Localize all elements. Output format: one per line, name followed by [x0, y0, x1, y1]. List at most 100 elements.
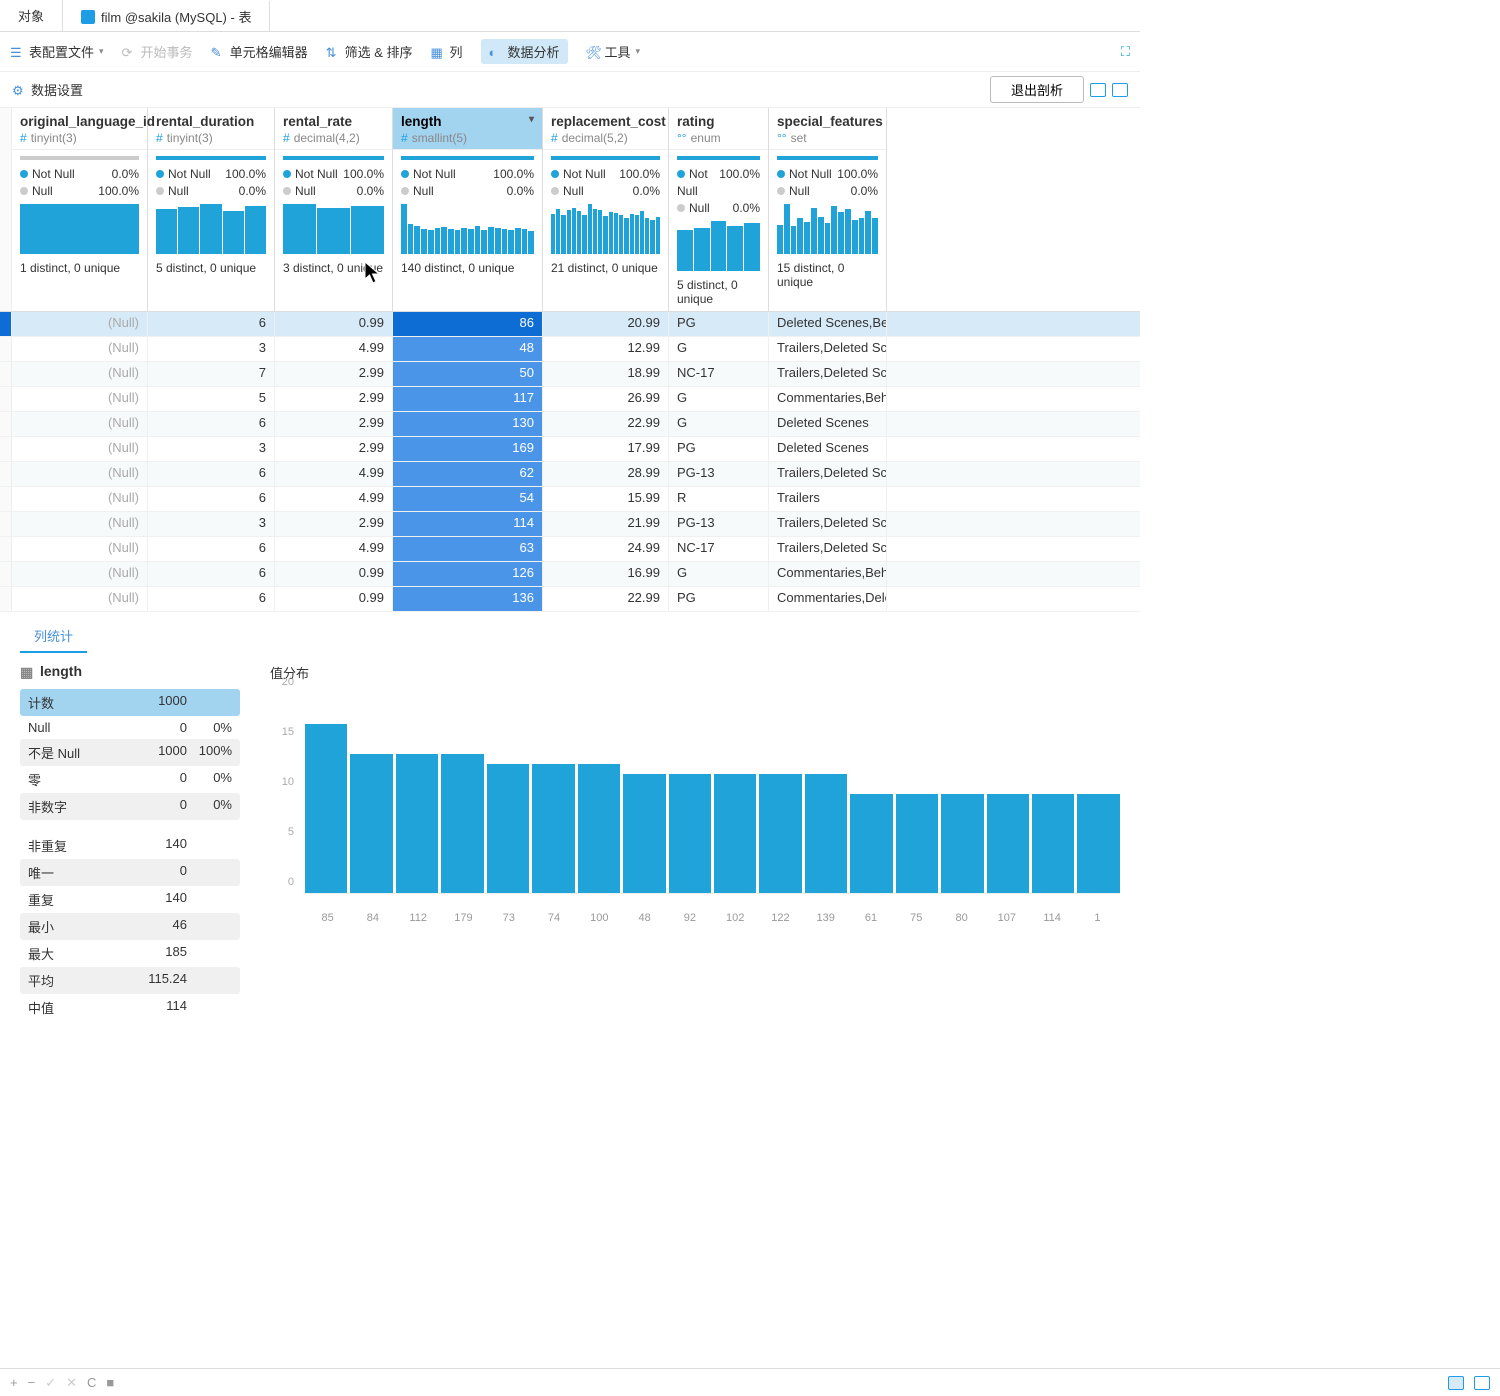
cell[interactable]: (Null): [12, 512, 148, 536]
cell[interactable]: Trailers,Deleted Scenes: [769, 362, 887, 386]
cell[interactable]: PG: [669, 437, 769, 461]
cell[interactable]: 2.99: [275, 437, 393, 461]
cell[interactable]: 62: [393, 462, 543, 486]
cell[interactable]: 5: [148, 387, 275, 411]
column-header-rental_duration[interactable]: rental_duration #tinyint(3) Not Null100.…: [148, 108, 275, 311]
cell[interactable]: 6: [148, 562, 275, 586]
cell[interactable]: 6: [148, 537, 275, 561]
cell[interactable]: (Null): [12, 437, 148, 461]
cell[interactable]: (Null): [12, 462, 148, 486]
cell[interactable]: 0.99: [275, 587, 393, 611]
commit-icon[interactable]: ✓: [45, 1375, 56, 1391]
cell[interactable]: 12.99: [543, 337, 669, 361]
cell[interactable]: 2.99: [275, 387, 393, 411]
column-header-replacement_cost[interactable]: replacement_cost #decimal(5,2) Not Null1…: [543, 108, 669, 311]
cell[interactable]: Commentaries,Deleted Sce: [769, 587, 887, 611]
cell[interactable]: 117: [393, 387, 543, 411]
cell[interactable]: (Null): [12, 562, 148, 586]
table-profile-button[interactable]: ☰ 表配置文件▾: [10, 42, 104, 61]
cell[interactable]: 15.99: [543, 487, 669, 511]
cell[interactable]: 4.99: [275, 337, 393, 361]
columns-button[interactable]: ▦ 列: [430, 42, 462, 61]
data-settings-button[interactable]: ⚙ 数据设置: [12, 80, 83, 99]
cell[interactable]: G: [669, 562, 769, 586]
table-row[interactable]: (Null)60.9912616.99GCommentaries,Behind …: [0, 562, 1140, 587]
table-row[interactable]: (Null)34.994812.99GTrailers,Deleted Scen…: [0, 337, 1140, 362]
table-row[interactable]: (Null)64.996324.99NC-17Trailers,Deleted …: [0, 537, 1140, 562]
column-header-rental_rate[interactable]: rental_rate #decimal(4,2) Not Null100.0%…: [275, 108, 393, 311]
cell[interactable]: Deleted Scenes,Behind the: [769, 312, 887, 336]
begin-transaction-button[interactable]: ⟳ 开始事务: [122, 42, 193, 61]
cell[interactable]: (Null): [12, 362, 148, 386]
cell[interactable]: 16.99: [543, 562, 669, 586]
column-header-length[interactable]: length▾ #smallint(5) Not Null100.0% Null…: [393, 108, 543, 311]
cell[interactable]: 21.99: [543, 512, 669, 536]
cell[interactable]: 54: [393, 487, 543, 511]
table-row[interactable]: (Null)60.998620.99PGDeleted Scenes,Behin…: [0, 312, 1140, 337]
cell[interactable]: G: [669, 412, 769, 436]
cell[interactable]: PG-13: [669, 512, 769, 536]
table-row[interactable]: (Null)72.995018.99NC-17Trailers,Deleted …: [0, 362, 1140, 387]
view-form-icon[interactable]: [1112, 83, 1128, 97]
data-analysis-button[interactable]: ◐ 数据分析: [481, 39, 568, 64]
cell[interactable]: 22.99: [543, 412, 669, 436]
expand-icon[interactable]: ⛶: [1121, 44, 1130, 60]
cell[interactable]: 2.99: [275, 362, 393, 386]
cell[interactable]: 63: [393, 537, 543, 561]
cell[interactable]: (Null): [12, 412, 148, 436]
cell[interactable]: PG: [669, 587, 769, 611]
cancel-icon[interactable]: ✕: [66, 1375, 77, 1391]
table-row[interactable]: (Null)32.9911421.99PG-13Trailers,Deleted…: [0, 512, 1140, 537]
stop-icon[interactable]: ■: [106, 1375, 114, 1390]
cell[interactable]: 24.99: [543, 537, 669, 561]
tab-film[interactable]: film @sakila (MySQL) - 表: [63, 0, 270, 31]
column-header-rating[interactable]: rating °°enum Not Null100.0% Null0.0% 5 …: [669, 108, 769, 311]
cell[interactable]: (Null): [12, 537, 148, 561]
cell[interactable]: R: [669, 487, 769, 511]
cell[interactable]: 136: [393, 587, 543, 611]
footer-form-icon[interactable]: [1474, 1376, 1490, 1390]
cell[interactable]: 3: [148, 512, 275, 536]
cell[interactable]: 28.99: [543, 462, 669, 486]
cell-editor-button[interactable]: ✎ 单元格编辑器: [211, 42, 308, 61]
cell[interactable]: 0.99: [275, 312, 393, 336]
remove-row-icon[interactable]: −: [28, 1375, 36, 1390]
cell[interactable]: (Null): [12, 337, 148, 361]
cell[interactable]: G: [669, 387, 769, 411]
cell[interactable]: 3: [148, 437, 275, 461]
cell[interactable]: 26.99: [543, 387, 669, 411]
cell[interactable]: Trailers: [769, 487, 887, 511]
cell[interactable]: 126: [393, 562, 543, 586]
footer-grid-icon[interactable]: [1448, 1376, 1464, 1390]
cell[interactable]: 4.99: [275, 462, 393, 486]
view-grid-icon[interactable]: [1090, 83, 1106, 97]
table-row[interactable]: (Null)64.995415.99RTrailers: [0, 487, 1140, 512]
cell[interactable]: (Null): [12, 387, 148, 411]
cell[interactable]: 86: [393, 312, 543, 336]
cell[interactable]: 169: [393, 437, 543, 461]
cell[interactable]: Deleted Scenes: [769, 437, 887, 461]
cell[interactable]: 114: [393, 512, 543, 536]
table-row[interactable]: (Null)64.996228.99PG-13Trailers,Deleted …: [0, 462, 1140, 487]
cell[interactable]: PG-13: [669, 462, 769, 486]
cell[interactable]: 6: [148, 587, 275, 611]
cell[interactable]: 22.99: [543, 587, 669, 611]
cell[interactable]: (Null): [12, 487, 148, 511]
cell[interactable]: 48: [393, 337, 543, 361]
cell[interactable]: G: [669, 337, 769, 361]
add-row-icon[interactable]: +: [10, 1375, 18, 1390]
cell[interactable]: 6: [148, 312, 275, 336]
cell[interactable]: 3: [148, 337, 275, 361]
cell[interactable]: 7: [148, 362, 275, 386]
cell[interactable]: (Null): [12, 587, 148, 611]
cell[interactable]: 2.99: [275, 412, 393, 436]
table-row[interactable]: (Null)62.9913022.99GDeleted Scenes: [0, 412, 1140, 437]
tab-objects[interactable]: 对象: [0, 0, 63, 31]
cell[interactable]: (Null): [12, 312, 148, 336]
cell[interactable]: 130: [393, 412, 543, 436]
table-row[interactable]: (Null)52.9911726.99GCommentaries,Behind …: [0, 387, 1140, 412]
cell[interactable]: 6: [148, 462, 275, 486]
cell[interactable]: 17.99: [543, 437, 669, 461]
cell[interactable]: 6: [148, 412, 275, 436]
tab-column-stats[interactable]: 列统计: [20, 620, 87, 653]
